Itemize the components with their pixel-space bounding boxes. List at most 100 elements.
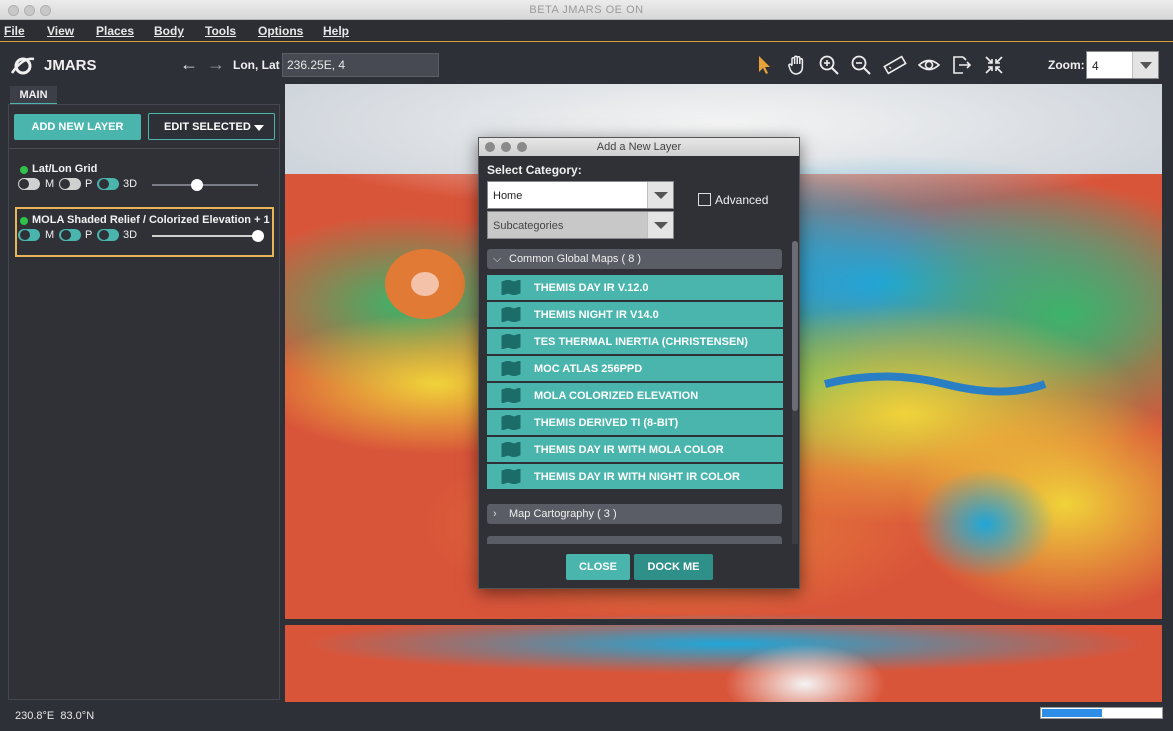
map-item[interactable]: THEMIS DAY IR V.12.0 bbox=[487, 275, 783, 300]
pan-hand-icon[interactable] bbox=[785, 53, 809, 77]
dialog-titlebar[interactable]: Add a New Layer bbox=[479, 138, 799, 156]
category-select[interactable]: Home bbox=[487, 181, 674, 209]
back-arrow-icon[interactable]: ← bbox=[180, 54, 198, 75]
layer-status-icon bbox=[20, 166, 28, 174]
dock-me-button[interactable]: DOCK ME bbox=[634, 554, 713, 580]
menu-view[interactable]: View bbox=[47, 24, 74, 38]
add-layer-dialog: Add a New Layer Select Category: Home Su… bbox=[478, 137, 800, 589]
category-label: Select Category: bbox=[487, 163, 582, 177]
zoom-in-icon[interactable] bbox=[817, 53, 841, 77]
progress-fill bbox=[1042, 709, 1102, 717]
eye-icon[interactable] bbox=[917, 53, 941, 77]
panel-divider bbox=[9, 148, 279, 149]
tab-main[interactable]: MAIN bbox=[10, 86, 57, 105]
dialog-scrollbar[interactable] bbox=[792, 241, 798, 544]
chevron-down-icon[interactable] bbox=[647, 182, 673, 208]
layer-name: MOLA Shaded Relief / Colorized Elevation… bbox=[32, 214, 270, 226]
group-count: ( 3 ) bbox=[597, 508, 617, 520]
scrollbar-thumb[interactable] bbox=[792, 241, 798, 411]
export-icon[interactable] bbox=[949, 53, 973, 77]
group-label: Common Global Maps bbox=[509, 253, 619, 265]
jmars-logo-icon bbox=[10, 57, 35, 75]
zoom-select[interactable]: 4 bbox=[1086, 51, 1159, 79]
map-icon bbox=[501, 469, 521, 484]
map-item[interactable]: MOLA COLORIZED ELEVATION bbox=[487, 383, 783, 408]
close-button[interactable]: CLOSE bbox=[566, 554, 630, 580]
select-arrow-icon[interactable] bbox=[752, 53, 776, 77]
window-title: BETA JMARS OE ON bbox=[529, 4, 644, 16]
zoom-label: Zoom: bbox=[1048, 58, 1085, 72]
map-item-label: MOLA COLORIZED ELEVATION bbox=[534, 390, 699, 402]
toggle-panner-view[interactable] bbox=[59, 229, 81, 241]
map-icon bbox=[501, 415, 521, 430]
map-item[interactable]: THEMIS DAY IR WITH MOLA COLOR bbox=[487, 437, 783, 462]
cursor-lon: 230.8°E bbox=[15, 710, 55, 722]
map-item-label: THEMIS DERIVED TI (8-BIT) bbox=[534, 417, 679, 429]
window-titlebar[interactable]: BETA JMARS OE ON bbox=[0, 0, 1173, 20]
menu-bar: File View Places Body Tools Options Help bbox=[0, 20, 1173, 42]
opacity-slider[interactable] bbox=[152, 235, 258, 237]
map-panner-divider[interactable] bbox=[285, 619, 1162, 625]
layer-item-mola-shaded-relief[interactable]: MOLA Shaded Relief / Colorized Elevation… bbox=[14, 214, 274, 250]
map-item[interactable]: THEMIS DERIVED TI (8-BIT) bbox=[487, 410, 783, 435]
subcategory-select[interactable]: Subcategories bbox=[487, 211, 674, 239]
menu-options[interactable]: Options bbox=[258, 24, 303, 38]
ruler-icon[interactable] bbox=[883, 53, 907, 77]
edit-selected-label: EDIT SELECTED bbox=[164, 121, 251, 133]
toggle-3d-view[interactable] bbox=[97, 178, 119, 190]
cursor-lat: 83.0°N bbox=[60, 710, 95, 722]
menu-help[interactable]: Help bbox=[323, 24, 349, 38]
map-item[interactable]: THEMIS DAY IR WITH NIGHT IR COLOR bbox=[487, 464, 783, 489]
toggle-label-3d: 3D bbox=[123, 229, 138, 241]
map-item-label: THEMIS NIGHT IR V14.0 bbox=[534, 309, 659, 321]
chevron-down-icon bbox=[254, 125, 264, 131]
toggle-label-p: P bbox=[85, 178, 93, 190]
opacity-slider-handle[interactable] bbox=[252, 230, 264, 242]
toggle-label-p: P bbox=[85, 229, 93, 241]
layer-status-icon bbox=[20, 217, 28, 225]
opacity-slider[interactable] bbox=[152, 184, 258, 186]
status-bar: 230.8°E 83.0°N bbox=[0, 702, 1173, 731]
chevron-down-icon[interactable] bbox=[1132, 52, 1158, 78]
zoom-out-icon[interactable] bbox=[849, 53, 873, 77]
progress-bar bbox=[1040, 707, 1163, 719]
map-item-label: TES THERMAL INERTIA (CHRISTENSEN) bbox=[534, 336, 748, 348]
subcategory-value: Subcategories bbox=[493, 220, 564, 232]
map-item-label: THEMIS DAY IR WITH MOLA COLOR bbox=[534, 444, 724, 456]
toggle-panner-view[interactable] bbox=[59, 178, 81, 190]
map-item[interactable]: MOC ATLAS 256PPD bbox=[487, 356, 783, 381]
chevron-down-icon[interactable] bbox=[647, 212, 673, 238]
cursor-coordinates: 230.8°E 83.0°N bbox=[15, 710, 94, 722]
menu-places[interactable]: Places bbox=[96, 24, 134, 38]
add-new-layer-button[interactable]: ADD NEW LAYER bbox=[14, 114, 141, 140]
toggle-3d-view[interactable] bbox=[97, 229, 119, 241]
group-common-global-maps[interactable]: ⌵ Common Global Maps ( 8 ) bbox=[487, 249, 782, 269]
map-item[interactable]: TES THERMAL INERTIA (CHRISTENSEN) bbox=[487, 329, 783, 354]
group-label: Map Cartography bbox=[509, 508, 594, 520]
group-count: ( 8 ) bbox=[621, 253, 642, 265]
toggle-label-m: M bbox=[45, 178, 55, 190]
map-item[interactable]: THEMIS NIGHT IR V14.0 bbox=[487, 302, 783, 327]
menu-file[interactable]: File bbox=[4, 24, 25, 38]
group-map-cartography[interactable]: › Map Cartography ( 3 ) bbox=[487, 504, 782, 524]
map-icon bbox=[501, 361, 521, 376]
edit-selected-button[interactable]: EDIT SELECTED bbox=[148, 113, 275, 140]
category-value: Home bbox=[493, 190, 523, 202]
layer-item-latlon-grid[interactable]: Lat/Lon Grid M P 3D bbox=[14, 163, 274, 199]
map-icon bbox=[501, 442, 521, 457]
advanced-checkbox[interactable] bbox=[698, 193, 711, 206]
forward-arrow-icon[interactable]: → bbox=[207, 54, 225, 75]
opacity-slider-handle[interactable] bbox=[191, 179, 203, 191]
collapse-icon[interactable] bbox=[982, 53, 1006, 77]
toggle-main-view[interactable] bbox=[18, 229, 40, 241]
lonlat-label: Lon, Lat bbox=[233, 58, 280, 72]
map-item-label: THEMIS DAY IR WITH NIGHT IR COLOR bbox=[534, 471, 740, 483]
menu-tools[interactable]: Tools bbox=[205, 24, 236, 38]
map-item-label: MOC ATLAS 256PPD bbox=[534, 363, 643, 375]
chevron-down-icon: ⌵ bbox=[493, 253, 502, 265]
menu-body[interactable]: Body bbox=[154, 24, 184, 38]
map-icon bbox=[501, 280, 521, 295]
toggle-main-view[interactable] bbox=[18, 178, 40, 190]
lonlat-input[interactable]: 236.25E, 4 bbox=[282, 53, 439, 77]
layer-name: Lat/Lon Grid bbox=[32, 163, 98, 175]
